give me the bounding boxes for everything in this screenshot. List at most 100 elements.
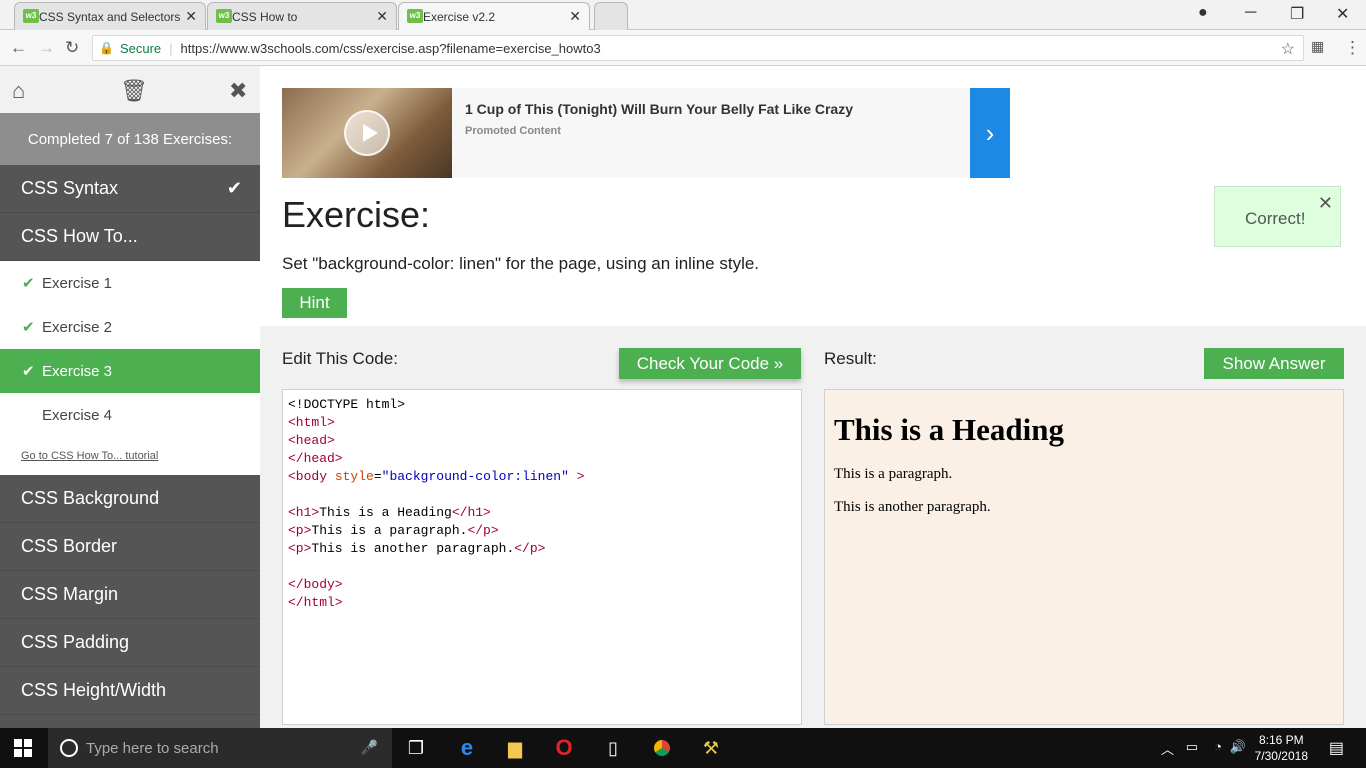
close-tab-icon[interactable]: ✕ (569, 8, 581, 25)
task-view-icon[interactable]: ❐ (404, 736, 428, 760)
search-placeholder: Type here to search (86, 739, 219, 757)
new-tab-button[interactable] (594, 2, 628, 30)
sidebar-toolbar: ⌂ 🗑 ✖ (0, 66, 260, 113)
chrome-icon[interactable] (650, 736, 674, 760)
sidebar-item-css-how-to[interactable]: CSS How To... (0, 213, 260, 261)
back-icon[interactable]: ← (10, 38, 27, 58)
sidebar-item-label: CSS Syntax (21, 178, 119, 198)
address-bar-row: ← → ↻ 🔒 Secure | https://www.w3schools.c… (0, 30, 1366, 66)
tab-css-how-to[interactable]: w3 CSS How to ✕ (207, 2, 397, 30)
exercise-item-label: Exercise 2 (42, 318, 113, 336)
bookmark-star-icon[interactable]: ☆ (1281, 39, 1295, 59)
sidebar-item-css-border[interactable]: CSS Border (0, 523, 260, 571)
taskbar-search-box[interactable]: Type here to search 🎤 (48, 728, 392, 768)
promoted-ad[interactable]: 1 Cup of This (Tonight) Will Burn Your B… (282, 88, 1010, 178)
trash-icon[interactable]: 🗑 (120, 78, 148, 104)
tab-exercise[interactable]: w3 Exercise v2.2 ✕ (398, 2, 590, 31)
url-text: https://www.w3schools.com/css/exercise.a… (180, 40, 601, 56)
sidebar-item-label: CSS Padding (21, 632, 130, 652)
sidebar-item-label: CSS Margin (21, 584, 119, 604)
chevron-right-icon[interactable]: › (970, 88, 1010, 178)
show-answer-button[interactable]: Show Answer (1204, 348, 1344, 379)
minimize-icon[interactable]: ─ (1245, 4, 1256, 22)
close-tab-icon[interactable]: ✕ (376, 8, 388, 25)
tab-label: Exercise v2.2 (423, 10, 496, 24)
extension-icon[interactable]: ▦ (1311, 38, 1324, 55)
tab-label: CSS Syntax and Selectors (39, 9, 181, 24)
windows-start-icon[interactable] (14, 739, 32, 757)
ad-thumbnail[interactable] (282, 88, 452, 178)
correct-notice: Correct! ✕ (1214, 186, 1341, 247)
exercise-item-4[interactable]: Exercise 4 (0, 393, 260, 437)
close-window-icon[interactable]: ✕ (1336, 4, 1349, 24)
correct-text: Correct! (1245, 209, 1306, 228)
profile-icon[interactable]: ● (1198, 4, 1208, 22)
volume-icon[interactable]: 🔊 (1230, 739, 1246, 755)
microphone-icon[interactable]: 🎤 (361, 739, 378, 756)
sidebar-item-css-padding[interactable]: CSS Padding (0, 619, 260, 667)
tab-label: CSS How to (232, 9, 298, 24)
ad-subtitle: Promoted Content (465, 125, 561, 137)
windows-taskbar: Type here to search 🎤 ❐ e ▆ O ▯ ⚒ ︿ ▭ ◔ … (0, 728, 1366, 768)
tutorial-link[interactable]: Go to CSS How To... tutorial (0, 437, 260, 475)
close-icon[interactable]: ✕ (1318, 193, 1333, 214)
battery-icon[interactable]: ▭ (1186, 739, 1198, 755)
close-icon[interactable]: ✖ (229, 78, 247, 104)
close-tab-icon[interactable]: ✕ (185, 8, 197, 25)
sidebar-item-label: CSS Background (21, 488, 160, 508)
tools-icon[interactable]: ⚒ (699, 736, 723, 760)
exercise-item-2[interactable]: ✔ Exercise 2 (0, 305, 260, 349)
checkmark-icon: ✔ (22, 363, 35, 380)
cortana-icon (60, 739, 78, 757)
sidebar-item-css-syntax[interactable]: CSS Syntax ✔ (0, 165, 260, 213)
file-explorer-icon[interactable]: ▆ (503, 736, 527, 760)
checkmark-icon: ✔ (22, 275, 35, 292)
clock[interactable]: 8:16 PM 7/30/2018 (1255, 732, 1308, 764)
exercise-item-3[interactable]: ✔ Exercise 3 (0, 349, 260, 393)
wifi-icon[interactable]: ◔ (1214, 739, 1222, 754)
main-content: 1 Cup of This (Tonight) Will Burn Your B… (260, 66, 1366, 728)
result-label: Result: (824, 349, 877, 368)
hint-button[interactable]: Hint (282, 288, 347, 318)
exercise-title: Exercise: (282, 194, 431, 235)
edge-icon[interactable]: e (455, 735, 479, 760)
tab-css-syntax[interactable]: w3 CSS Syntax and Selectors ✕ (14, 2, 206, 30)
sidebar-item-css-background[interactable]: CSS Background (0, 475, 260, 523)
exercise-item-label: Exercise 4 (42, 406, 113, 424)
sidebar-item-label: CSS Height/Width (21, 680, 167, 700)
menu-icon[interactable]: ⋮ (1344, 38, 1361, 58)
browser-tab-strip: w3 CSS Syntax and Selectors ✕ w3 CSS How… (0, 0, 1366, 31)
sidebar-item-css-margin[interactable]: CSS Margin (0, 571, 260, 619)
notification-icon[interactable]: ▤ (1329, 738, 1344, 758)
play-icon[interactable] (344, 110, 390, 156)
maximize-icon[interactable]: ❐ (1290, 4, 1304, 24)
ad-title[interactable]: 1 Cup of This (Tonight) Will Burn Your B… (465, 101, 853, 117)
notepad-icon[interactable]: ▯ (601, 736, 625, 760)
forward-icon[interactable]: → (38, 38, 55, 58)
url-field[interactable]: 🔒 Secure | https://www.w3schools.com/css… (92, 35, 1304, 61)
exercise-description: Set "background-color: linen" for the pa… (282, 254, 760, 273)
opera-icon[interactable]: O (552, 735, 576, 760)
code-editor[interactable]: <!DOCTYPE html> <html> <head> </head> <b… (282, 389, 802, 725)
result-heading: This is a Heading (834, 412, 1064, 447)
clock-time: 8:16 PM (1258, 733, 1304, 747)
checkmark-icon: ✔ (226, 178, 242, 198)
tray-chevron-icon[interactable]: ︿ (1161, 739, 1174, 758)
check-code-button[interactable]: Check Your Code » (619, 348, 801, 379)
secure-label: Secure (119, 40, 162, 56)
reload-icon[interactable]: ↻ (65, 38, 79, 58)
result-paragraph: This is another paragraph. (834, 499, 991, 515)
home-icon[interactable]: ⌂ (12, 78, 25, 104)
exercise-sidebar: ⌂ 🗑 ✖ Completed 7 of 138 Exercises: CSS … (0, 66, 260, 728)
w3schools-favicon-icon: w3 (216, 9, 232, 23)
checkmark-icon: ✔ (22, 319, 35, 336)
exercise-workspace: Edit This Code: Check Your Code » <!DOCT… (260, 326, 1366, 728)
lock-icon: 🔒 (99, 41, 114, 55)
exercise-item-1[interactable]: ✔ Exercise 1 (0, 261, 260, 305)
sidebar-item-css-height-width[interactable]: CSS Height/Width (0, 667, 260, 715)
completed-counter: Completed 7 of 138 Exercises: (0, 113, 260, 165)
exercise-item-label: Exercise 3 (42, 362, 113, 380)
result-frame: This is a Heading This is a paragraph. T… (824, 389, 1344, 725)
w3schools-favicon-icon: w3 (23, 9, 39, 23)
sidebar-item-label: CSS How To... (21, 226, 138, 246)
